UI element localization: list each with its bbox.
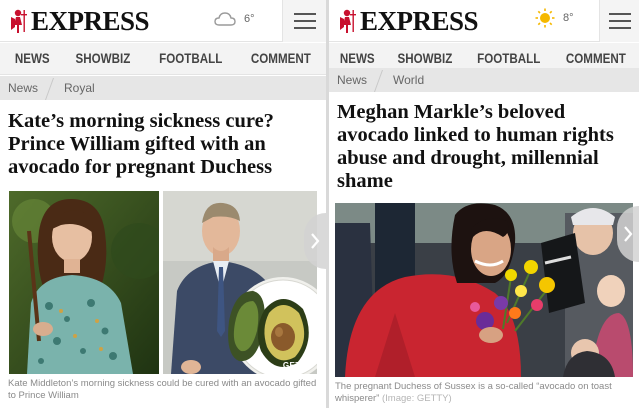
masthead: EXPRESS 8° [329,0,639,42]
masthead: EXPRESS 6° [0,0,326,42]
nav-item-football[interactable]: FOOTBALL [477,51,540,66]
nav-item-comment[interactable]: COMMENT [566,51,626,66]
temperature: 8° [563,12,574,24]
breadcrumb: News Royal [0,76,326,100]
breadcrumb-separator [46,76,56,100]
express-logo[interactable]: EXPRESS [8,6,150,36]
nav-item-news[interactable]: NEWS [340,51,375,66]
kate-photo [9,191,159,374]
chevron-right-icon [311,233,320,249]
caption-credit: (Image: GETTY) [382,393,452,404]
nav-item-news[interactable]: NEWS [15,51,50,66]
article-screen-right: EXPRESS 8° NEWS SHOWBIZ FOOTBALL COMMENT… [329,0,639,408]
breadcrumb-news[interactable]: News [0,81,46,95]
photo-credit: GETTY [282,361,312,370]
breadcrumb-royal[interactable]: Royal [56,81,103,95]
menu-icon [608,13,631,15]
weather-widget[interactable]: 8° [535,8,574,28]
caption-text: The pregnant Duchess of Sussex is a so-c… [335,381,612,404]
breadcrumb-separator [375,68,385,92]
hamburger-menu-button[interactable] [599,0,639,42]
section-nav: NEWS SHOWBIZ FOOTBALL COMMENT [0,43,326,75]
hamburger-menu-button[interactable] [282,0,326,42]
nav-item-showbiz[interactable]: SHOWBIZ [397,51,452,66]
weather-widget[interactable]: 6° [214,11,255,26]
nav-item-football[interactable]: FOOTBALL [159,51,222,66]
article-headline: Kate’s morning sickness cure? Prince Wil… [8,110,274,178]
chevron-right-icon [624,226,633,242]
express-logo[interactable]: EXPRESS [337,6,479,36]
william-avocado-photo: GETTY [163,191,317,374]
nav-item-comment[interactable]: COMMENT [251,51,311,66]
photo-caption: Kate Middleton’s morning sickness could … [8,378,317,401]
sun-icon [535,8,555,28]
crusader-logo-icon [11,9,27,33]
breadcrumb-world[interactable]: World [385,73,432,87]
meghan-photo [335,203,633,377]
brand-name: EXPRESS [360,6,479,36]
crusader-logo-icon [340,9,356,33]
breadcrumb: News World [329,68,639,92]
brand-name: EXPRESS [31,6,150,36]
temperature: 6° [244,12,255,25]
cloud-icon [214,12,236,26]
breadcrumb-news[interactable]: News [329,73,375,87]
nav-item-showbiz[interactable]: SHOWBIZ [76,51,131,66]
menu-icon [293,13,316,15]
article-headline: Meghan Markle’s beloved avocado linked t… [337,101,614,192]
photo-caption: The pregnant Duchess of Sussex is a so-c… [335,381,631,405]
article-screen-left: EXPRESS 6° NEWS SHOWBIZ FOOTBALL COMMENT… [0,0,326,408]
